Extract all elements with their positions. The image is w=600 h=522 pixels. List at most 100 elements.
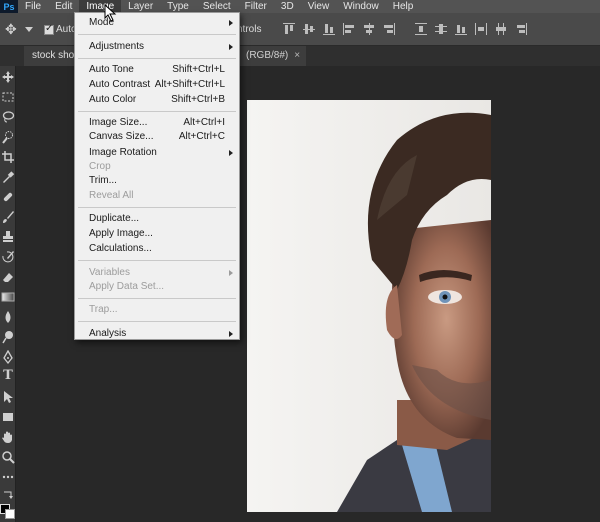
menu-item-analysis[interactable]: Analysis <box>75 327 239 341</box>
menu-item-trim[interactable]: Trim... <box>75 174 239 188</box>
menu-item-label: Auto Contrast <box>89 79 151 90</box>
menu-item-duplicate[interactable]: Duplicate... <box>75 212 239 226</box>
align-left-icon[interactable] <box>342 22 356 36</box>
background-color-swatch[interactable] <box>5 509 15 519</box>
submenu-arrow-icon <box>229 270 233 276</box>
portrait-image <box>247 100 491 512</box>
distribute-hcenter-icon[interactable] <box>494 22 508 36</box>
tab-label: (RGB/8#) <box>246 50 289 61</box>
menu-separator <box>78 321 236 322</box>
menu-item-crop[interactable]: Crop <box>75 160 239 174</box>
menu-item-shortcut: Alt+Ctrl+I <box>183 117 225 128</box>
close-icon[interactable]: × <box>294 50 300 61</box>
type-tool-icon[interactable]: T <box>1 368 15 383</box>
menu-item-image-size[interactable]: Image Size... Alt+Ctrl+I <box>75 116 239 130</box>
menu-filter[interactable]: Filter <box>238 0 274 13</box>
eraser-icon[interactable] <box>1 270 15 284</box>
menu-item-shortcut: Alt+Shift+Ctrl+L <box>154 79 225 90</box>
swap-colors-icon[interactable] <box>1 488 15 502</box>
distribute-vcenter-icon[interactable] <box>434 22 448 36</box>
eyedropper-icon[interactable] <box>1 170 15 184</box>
tool-preset-dropdown-icon[interactable] <box>25 27 33 33</box>
path-selection-icon[interactable] <box>1 390 15 404</box>
align-vcenter-icon[interactable] <box>302 22 316 36</box>
menu-help[interactable]: Help <box>386 0 421 13</box>
menu-item-label: Analysis <box>89 328 127 339</box>
menu-item-apply-data-set[interactable]: Apply Data Set... <box>75 280 239 294</box>
menu-item-label: Variables <box>89 267 130 278</box>
pen-icon[interactable] <box>1 350 15 364</box>
lasso-icon[interactable] <box>1 110 15 124</box>
hand-tool-icon[interactable] <box>1 430 15 444</box>
menu-item-label: Auto Tone <box>89 64 134 75</box>
menu-view[interactable]: View <box>301 0 337 13</box>
align-top-icon[interactable] <box>282 22 296 36</box>
photoshop-logo-icon: Ps <box>0 0 18 13</box>
canvas-photo[interactable] <box>247 100 491 512</box>
menu-item-adjustments[interactable]: Adjustments <box>75 40 239 54</box>
move-tool-icon[interactable]: ✥ <box>5 21 21 37</box>
marquee-icon[interactable] <box>1 90 15 104</box>
blur-icon[interactable] <box>1 310 15 324</box>
menu-item-canvas-size[interactable]: Canvas Size... Alt+Ctrl+C <box>75 130 239 144</box>
align-buttons <box>282 22 528 36</box>
tab-label: stock shot <box>32 50 78 61</box>
menu-item-reveal-all[interactable]: Reveal All <box>75 189 239 203</box>
menu-separator <box>78 34 236 35</box>
submenu-arrow-icon <box>229 331 233 337</box>
menu-item-label: Image Size... <box>89 117 148 128</box>
menu-item-label: Adjustments <box>89 41 145 52</box>
healing-brush-icon[interactable] <box>1 190 15 204</box>
distribute-bottom-icon[interactable] <box>454 22 468 36</box>
align-hcenter-icon[interactable] <box>362 22 376 36</box>
menu-item-label: Trim... <box>89 175 117 186</box>
menu-item-label: Duplicate... <box>89 213 140 224</box>
brush-icon[interactable] <box>1 210 15 224</box>
menu-item-label: Apply Image... <box>89 228 153 239</box>
menu-item-label: Reveal All <box>89 190 134 201</box>
menu-item-auto-color[interactable]: Auto Color Shift+Ctrl+B <box>75 93 239 107</box>
menu-item-label: Trap... <box>89 304 118 315</box>
dodge-icon[interactable] <box>1 330 15 344</box>
align-bottom-icon[interactable] <box>322 22 336 36</box>
menu-separator <box>78 58 236 59</box>
image-menu-dropdown: Mode Adjustments Auto Tone Shift+Ctrl+L … <box>74 12 240 340</box>
menu-item-label: Auto Color <box>89 94 137 105</box>
menu-separator <box>78 111 236 112</box>
mouse-cursor-icon <box>104 4 117 22</box>
menu-item-shortcut: Shift+Ctrl+B <box>171 94 225 105</box>
zoom-tool-icon[interactable] <box>1 450 15 464</box>
history-brush-icon[interactable] <box>1 250 15 264</box>
distribute-right-icon[interactable] <box>514 22 528 36</box>
submenu-arrow-icon <box>229 150 233 156</box>
auto-select-checkbox[interactable] <box>44 23 54 35</box>
gradient-icon[interactable] <box>1 290 15 304</box>
distribute-top-icon[interactable] <box>414 22 428 36</box>
menu-item-label: Image Rotation <box>89 147 157 158</box>
menu-item-image-rotation[interactable]: Image Rotation <box>75 146 239 160</box>
menu-item-shortcut: Shift+Ctrl+L <box>172 64 225 75</box>
menu-item-trap[interactable]: Trap... <box>75 303 239 317</box>
menu-separator <box>78 298 236 299</box>
align-right-icon[interactable] <box>382 22 396 36</box>
menu-item-mode[interactable]: Mode <box>75 16 239 30</box>
menu-item-apply-image[interactable]: Apply Image... <box>75 227 239 241</box>
crop-icon[interactable] <box>1 150 15 164</box>
menu-item-auto-tone[interactable]: Auto Tone Shift+Ctrl+L <box>75 63 239 77</box>
menu-window[interactable]: Window <box>336 0 386 13</box>
move-icon[interactable] <box>1 70 15 84</box>
menu-item-auto-contrast[interactable]: Auto Contrast Alt+Shift+Ctrl+L <box>75 78 239 92</box>
quick-selection-icon[interactable] <box>1 130 15 144</box>
menu-item-calculations[interactable]: Calculations... <box>75 242 239 256</box>
menu-file[interactable]: File <box>18 0 48 13</box>
more-tools-icon[interactable] <box>1 470 15 484</box>
clone-stamp-icon[interactable] <box>1 230 15 244</box>
transform-controls-label: ntrols <box>237 24 262 35</box>
menu-3d[interactable]: 3D <box>274 0 301 13</box>
menu-item-label: Apply Data Set... <box>89 281 165 292</box>
rectangle-tool-icon[interactable] <box>1 410 15 424</box>
distribute-left-icon[interactable] <box>474 22 488 36</box>
menu-item-label: Crop <box>89 161 111 172</box>
tab-active-document[interactable]: (RGB/8#) × <box>240 46 307 66</box>
menu-item-variables[interactable]: Variables <box>75 266 239 280</box>
